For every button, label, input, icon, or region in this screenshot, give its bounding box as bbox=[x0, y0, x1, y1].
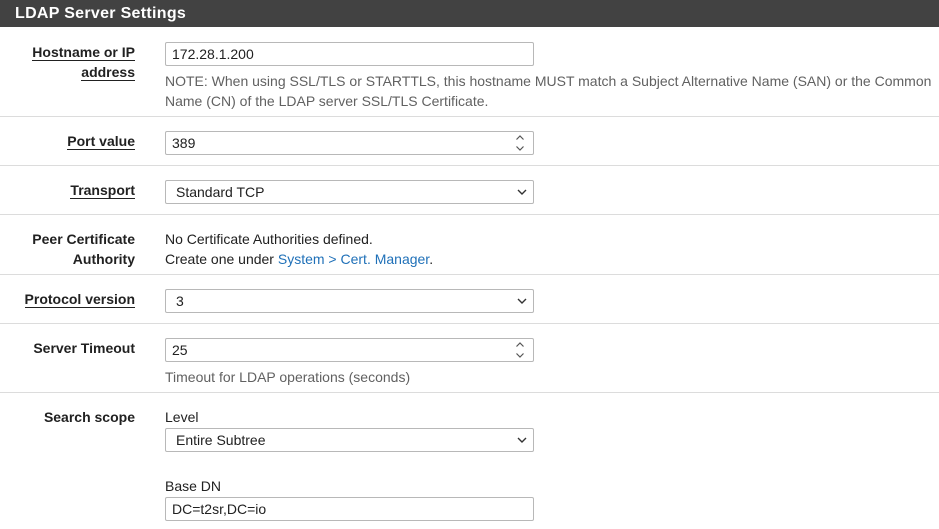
timeout-input-value: 25 bbox=[172, 342, 188, 358]
hostname-label-line1: Hostname or IP bbox=[32, 44, 135, 61]
protocol-label-text: Protocol version bbox=[24, 291, 135, 308]
peer-ca-text-line2: Create one under System > Cert. Manager. bbox=[165, 249, 433, 269]
hostname-label-line2: address bbox=[81, 64, 135, 81]
peer-ca-text-suffix: . bbox=[429, 251, 434, 267]
port-label: Port value bbox=[0, 131, 135, 151]
level-select[interactable]: Entire Subtree bbox=[165, 428, 534, 452]
protocol-select[interactable]: 3 bbox=[165, 289, 534, 313]
timeout-row: Server Timeout 25 Timeout for LDAP opera… bbox=[0, 323, 939, 392]
timeout-label: Server Timeout bbox=[33, 340, 135, 356]
chevron-down-icon bbox=[517, 189, 527, 195]
chevron-down-icon[interactable] bbox=[516, 146, 524, 151]
transport-label: Transport bbox=[0, 180, 135, 200]
timeout-help: Timeout for LDAP operations (seconds) bbox=[165, 369, 411, 385]
peer-ca-text-line1: No Certificate Authorities defined. bbox=[165, 231, 373, 247]
peer-ca-row: Peer Certificate Authority No Certificat… bbox=[0, 214, 939, 274]
peer-ca-label: Peer Certificate Authority bbox=[0, 229, 135, 269]
hostname-note-line1: NOTE: When using SSL/TLS or STARTTLS, th… bbox=[165, 73, 932, 89]
protocol-row: Protocol version 3 bbox=[0, 274, 939, 323]
transport-label-text: Transport bbox=[70, 182, 135, 199]
base-dn-input[interactable]: DC=t2sr,DC=io bbox=[165, 497, 534, 521]
port-input[interactable]: 389 bbox=[165, 131, 534, 155]
base-dn-value: DC=t2sr,DC=io bbox=[172, 501, 267, 517]
panel-title: LDAP Server Settings bbox=[0, 0, 939, 27]
hostname-input[interactable]: 172.28.1.200 bbox=[165, 42, 534, 66]
hostname-row: Hostname or IP address 172.28.1.200 NOTE… bbox=[0, 27, 939, 116]
transport-selected: Standard TCP bbox=[176, 184, 265, 200]
transport-row: Transport Standard TCP bbox=[0, 165, 939, 214]
hostname-note-line2: Name (CN) of the LDAP server SSL/TLS Cer… bbox=[165, 93, 489, 109]
port-spinner[interactable] bbox=[515, 135, 525, 151]
chevron-down-icon bbox=[517, 437, 527, 443]
level-label: Level bbox=[165, 409, 199, 425]
peer-ca-text: No Certificate Authorities defined. Crea… bbox=[165, 229, 433, 269]
protocol-selected: 3 bbox=[176, 293, 184, 309]
port-input-value: 389 bbox=[172, 135, 196, 151]
base-dn-label: Base DN bbox=[165, 478, 222, 494]
hostname-input-value: 172.28.1.200 bbox=[172, 46, 254, 62]
timeout-spinner[interactable] bbox=[515, 342, 525, 358]
transport-select[interactable]: Standard TCP bbox=[165, 180, 534, 204]
peer-ca-text-prefix: Create one under bbox=[165, 251, 278, 267]
level-selected: Entire Subtree bbox=[176, 432, 266, 448]
chevron-down-icon bbox=[517, 298, 527, 304]
search-scope-label: Search scope bbox=[43, 409, 135, 425]
peer-ca-label-line1: Peer Certificate bbox=[32, 231, 135, 247]
search-scope-row: Search scope Level Entire Subtree Base D… bbox=[0, 392, 939, 529]
cert-manager-link[interactable]: System > Cert. Manager bbox=[278, 251, 429, 267]
chevron-up-icon[interactable] bbox=[516, 342, 524, 347]
chevron-up-icon[interactable] bbox=[516, 135, 524, 140]
protocol-label: Protocol version bbox=[0, 289, 135, 309]
chevron-down-icon[interactable] bbox=[516, 353, 524, 358]
port-row: Port value 389 bbox=[0, 116, 939, 165]
timeout-input[interactable]: 25 bbox=[165, 338, 534, 362]
hostname-label: Hostname or IP address bbox=[0, 42, 135, 82]
ldap-settings-panel: LDAP Server Settings Hostname or IP addr… bbox=[0, 0, 939, 529]
port-label-text: Port value bbox=[67, 133, 135, 150]
peer-ca-label-line2: Authority bbox=[72, 251, 135, 267]
hostname-note: NOTE: When using SSL/TLS or STARTTLS, th… bbox=[165, 71, 935, 111]
